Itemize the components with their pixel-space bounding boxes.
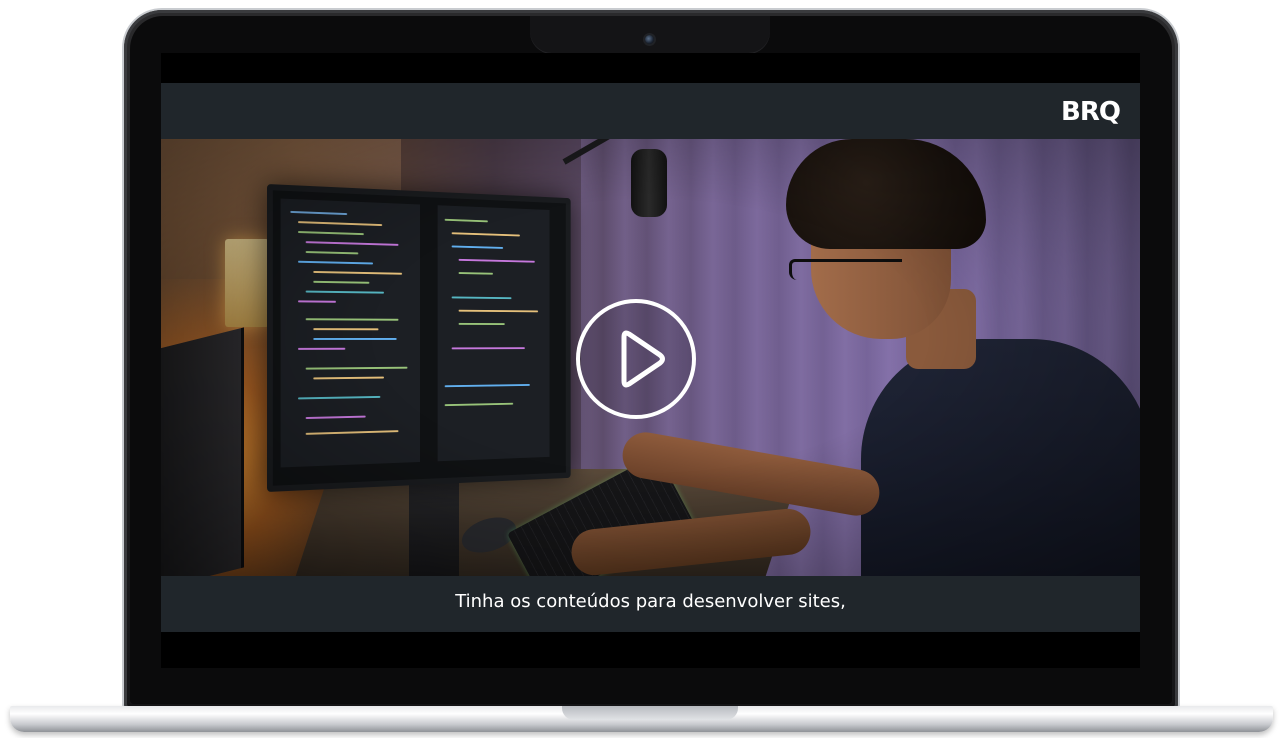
brq-logo: BRQ (1061, 97, 1121, 127)
laptop-screen: BRQ Tinha os conteúdos para desenvolver … (161, 53, 1140, 668)
video-frame[interactable] (161, 139, 1140, 576)
laptop-base-notch (562, 706, 738, 720)
camera-icon (645, 35, 654, 44)
video-player[interactable]: BRQ Tinha os conteúdos para desenvolver … (161, 83, 1140, 632)
subtitle-bar: Tinha os conteúdos para desenvolver site… (161, 576, 1140, 632)
laptop-mockup: BRQ Tinha os conteúdos para desenvolver … (0, 0, 1283, 738)
subtitle-text: Tinha os conteúdos para desenvolver site… (455, 591, 846, 612)
play-button[interactable] (576, 299, 696, 419)
player-header: BRQ (161, 83, 1140, 139)
play-icon (621, 330, 665, 388)
